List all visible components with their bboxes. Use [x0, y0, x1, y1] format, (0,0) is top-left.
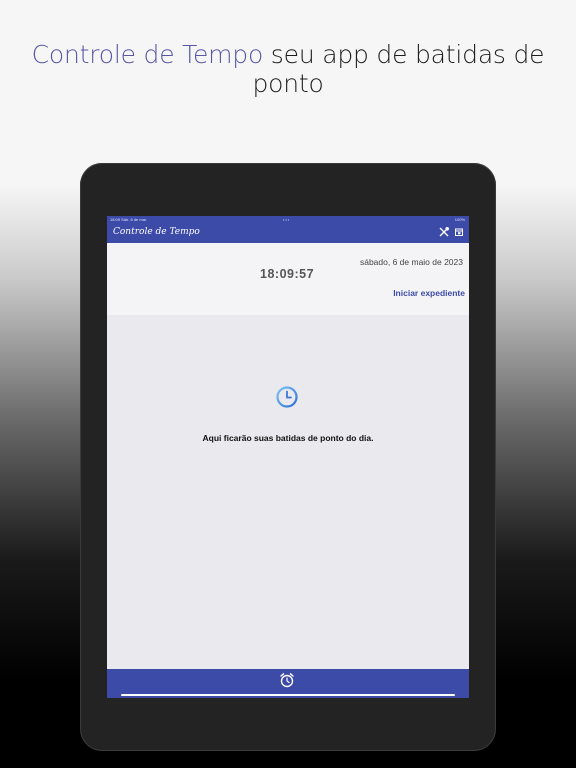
headline-rest: seu app de batidas de ponto [252, 40, 545, 98]
bottom-tab-bar [107, 669, 469, 698]
alarm-clock-icon[interactable] [279, 672, 295, 688]
calendar-export-icon[interactable] [454, 227, 464, 237]
app-bar: Controle de Tempo [107, 223, 469, 243]
current-time: 18:09:57 [260, 267, 315, 281]
app-title: Controle de Tempo [113, 227, 200, 237]
status-time-date: 18:09 Sáb. 6 de mai. [110, 217, 147, 222]
home-indicator[interactable] [121, 694, 455, 696]
promo-headline: Controle de Tempo seu app de batidas de … [0, 40, 576, 98]
multitask-dots[interactable]: ••• [283, 216, 290, 223]
clock-icon [275, 385, 299, 409]
tools-icon[interactable] [439, 227, 449, 237]
battery-level: 100% [454, 217, 465, 222]
tablet-frame: 18:09 Sáb. 6 de mai. ••• 100% Controle d… [80, 163, 496, 751]
day-header: sábado, 6 de maio de 2023 18:09:57 Inici… [107, 243, 469, 315]
empty-state-message: Aqui ficarão suas batidas de ponto do di… [202, 433, 374, 443]
status-bar: 18:09 Sáb. 6 de mai. ••• 100% [107, 216, 469, 223]
app-screen: 18:09 Sáb. 6 de mai. ••• 100% Controle d… [107, 216, 469, 698]
start-workday-button[interactable]: Iniciar expediente [393, 288, 465, 298]
headline-accent: Controle de Tempo [31, 40, 264, 69]
current-date: sábado, 6 de maio de 2023 [359, 257, 463, 267]
